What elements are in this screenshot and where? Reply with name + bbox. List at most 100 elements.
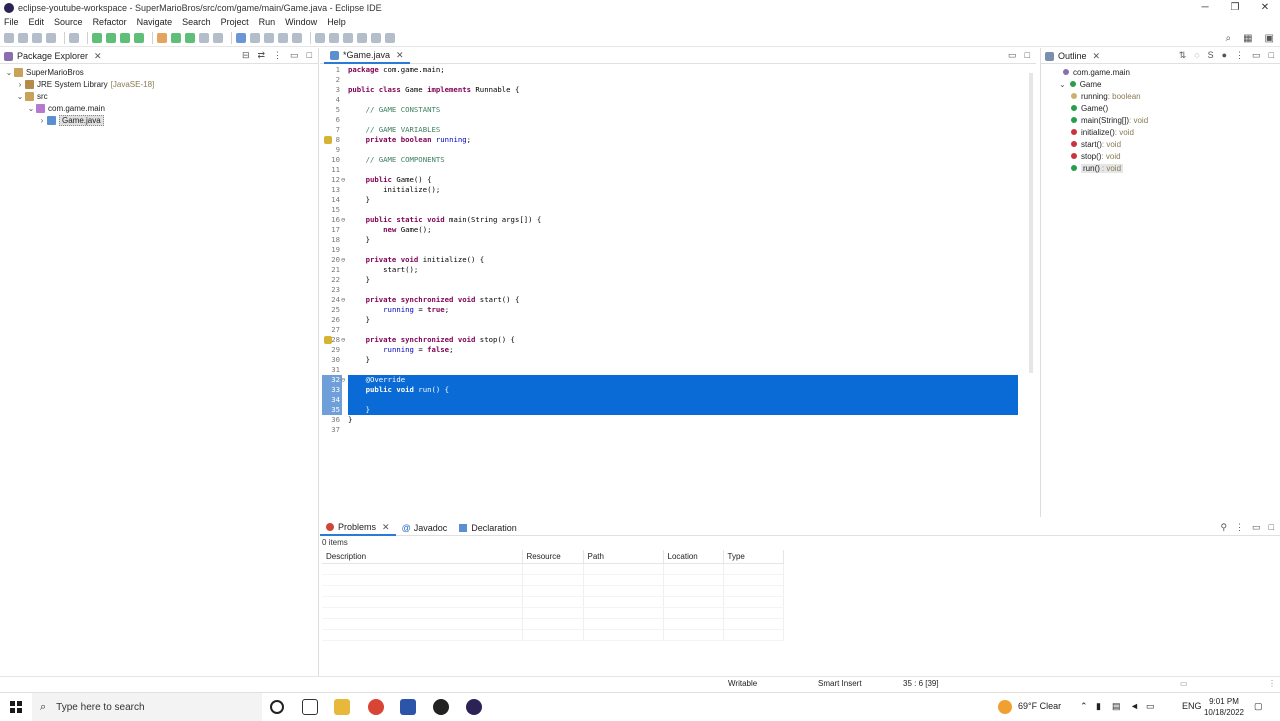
code-line[interactable]: 7 // GAME VARIABLES (320, 125, 1036, 135)
tab-declaration[interactable]: Declaration (453, 520, 523, 536)
close-window-button[interactable]: ✕ (1250, 0, 1280, 15)
maximize-view-icon[interactable]: □ (1269, 522, 1274, 533)
perspective-icon[interactable]: ▦ (1243, 33, 1252, 44)
code-line[interactable]: 11 (320, 165, 1036, 175)
chrome-icon[interactable] (368, 699, 384, 715)
tree-item[interactable]: ⌄ SuperMarioBros (0, 66, 154, 78)
code-line[interactable]: 27 (320, 325, 1036, 335)
next-annotation-icon[interactable] (315, 33, 325, 43)
fold-icon[interactable]: ⊖ (341, 375, 345, 385)
outline-item[interactable]: main(String[]) : void (1049, 114, 1148, 126)
input-language[interactable]: ENG (1182, 701, 1202, 711)
minimize-button[interactable]: ─ (1190, 0, 1220, 15)
hide-nonpublic-icon[interactable]: ● (1222, 50, 1227, 61)
code-line[interactable]: 24 ⊖ private synchronized void start() { (320, 295, 1036, 305)
eclipse-taskbar-icon[interactable] (466, 699, 482, 715)
open-type-icon[interactable] (199, 33, 209, 43)
code-line[interactable]: 3 public class Game implements Runnable { (320, 85, 1036, 95)
code-line[interactable]: 15 (320, 205, 1036, 215)
menu-window[interactable]: Window (285, 17, 317, 27)
system-clock[interactable]: 9:01 PM 10/18/2022 (1204, 696, 1244, 718)
column-type[interactable]: Type (723, 550, 784, 564)
debug-icon[interactable] (92, 33, 102, 43)
code-line[interactable]: 10 // GAME COMPONENTS (320, 155, 1036, 165)
sort-icon[interactable]: ⇅ (1179, 50, 1187, 61)
twisty-icon[interactable]: ⌄ (4, 68, 14, 77)
maximize-view-icon[interactable]: □ (307, 50, 312, 61)
weather-icon[interactable] (998, 700, 1012, 714)
notifications-icon[interactable]: ▢ (1254, 701, 1263, 712)
volume-icon[interactable]: ◄ (1130, 701, 1139, 711)
pin-editor-icon[interactable] (385, 33, 395, 43)
menu-navigate[interactable]: Navigate (137, 17, 173, 27)
close-icon[interactable]: ✕ (396, 50, 404, 61)
fold-icon[interactable]: ⊖ (341, 295, 345, 305)
fold-icon[interactable]: ⊖ (341, 255, 345, 265)
maximize-view-icon[interactable]: □ (1025, 50, 1030, 61)
close-icon[interactable]: ✕ (1093, 51, 1101, 62)
new-package-icon[interactable] (171, 33, 181, 43)
back-icon[interactable] (357, 33, 367, 43)
show-hidden-icons[interactable]: ⌃ (1080, 701, 1088, 712)
open-task-icon[interactable] (213, 33, 223, 43)
code-line[interactable]: 19 (320, 245, 1036, 255)
status-menu-icon[interactable]: ⋮ (1268, 679, 1276, 688)
twisty-icon[interactable]: ⌄ (1059, 80, 1066, 89)
menu-help[interactable]: Help (327, 17, 346, 27)
network-icon[interactable]: ▤ (1112, 701, 1121, 712)
outline-item[interactable]: stop() : void (1049, 150, 1148, 162)
code-line[interactable]: 8 private boolean running; (320, 135, 1036, 145)
hide-fields-icon[interactable]: ◌ (1194, 50, 1199, 61)
column-path[interactable]: Path (583, 550, 664, 564)
code-line[interactable]: 32 ⊖ @Override (320, 375, 1036, 385)
code-line[interactable]: 28 ⊖ private synchronized void stop() { (320, 335, 1036, 345)
hide-static-icon[interactable]: S (1208, 50, 1214, 61)
skip-breakpoints-icon[interactable] (69, 33, 79, 43)
code-line[interactable]: 35 } (320, 405, 1036, 415)
code-line[interactable]: 37 (320, 425, 1036, 435)
view-menu-icon[interactable]: ⋮ (1235, 50, 1244, 61)
code-line[interactable]: 4 (320, 95, 1036, 105)
outline-item[interactable]: initialize() : void (1049, 126, 1148, 138)
code-line[interactable]: 25 running = true; (320, 305, 1036, 315)
toggle-word-wrap-icon[interactable] (264, 33, 274, 43)
windows-start-icon[interactable] (10, 701, 22, 713)
menu-search[interactable]: Search (182, 17, 211, 27)
code-line[interactable]: 14 } (320, 195, 1036, 205)
fold-icon[interactable]: ⊖ (341, 335, 345, 345)
code-line[interactable]: 34 (320, 395, 1036, 405)
view-menu-icon[interactable]: ⋮ (1235, 522, 1244, 533)
status-insert-mode[interactable]: Smart Insert (818, 679, 862, 688)
minimize-view-icon[interactable]: ▭ (1008, 50, 1017, 61)
outline-item[interactable]: start() : void (1049, 138, 1148, 150)
menu-project[interactable]: Project (221, 17, 249, 27)
run-icon[interactable] (106, 33, 116, 43)
maximize-button[interactable]: ❐ (1220, 0, 1250, 15)
tree-item[interactable]: ⌄ src (0, 90, 154, 102)
code-line[interactable]: 9 (320, 145, 1036, 155)
twisty-icon[interactable]: ⌄ (15, 92, 25, 101)
code-line[interactable]: 1 package com.game.main; (320, 65, 1036, 75)
block-selection-icon[interactable] (278, 33, 288, 43)
code-line[interactable]: 17 new Game(); (320, 225, 1036, 235)
code-line[interactable]: 21 start(); (320, 265, 1036, 275)
code-line[interactable]: 22 } (320, 275, 1036, 285)
code-line[interactable]: 6 (320, 115, 1036, 125)
java-perspective-icon[interactable]: ▣ (1265, 33, 1274, 44)
outline-item[interactable]: running : boolean (1049, 90, 1148, 102)
code-area[interactable]: 1 package com.game.main; 2 3 public class Ga… (320, 65, 1036, 511)
print-icon[interactable] (46, 33, 56, 43)
twisty-icon[interactable]: ⌄ (26, 104, 36, 113)
task-view-icon[interactable] (302, 699, 318, 715)
code-line[interactable]: 30 } (320, 355, 1036, 365)
code-line[interactable]: 23 (320, 285, 1036, 295)
coverage-icon[interactable] (120, 33, 130, 43)
twisty-icon[interactable]: › (37, 116, 47, 125)
column-description[interactable]: Description (322, 550, 523, 564)
outline-item[interactable]: ⌄ Game (1049, 78, 1148, 90)
tab-problems[interactable]: Problems ✕ (320, 520, 396, 536)
save-icon[interactable] (18, 33, 28, 43)
save-all-icon[interactable] (32, 33, 42, 43)
minimize-view-icon[interactable]: ▭ (290, 50, 299, 61)
weather-text[interactable]: 69°F Clear (1018, 701, 1061, 711)
